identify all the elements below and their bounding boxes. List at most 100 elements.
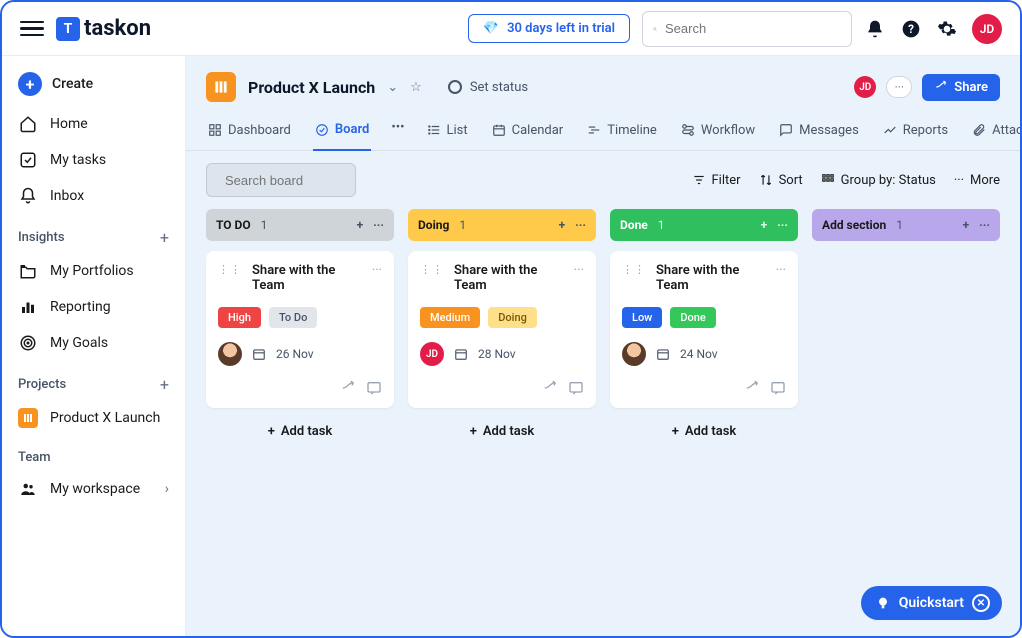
- column-add-icon[interactable]: +: [357, 218, 364, 232]
- column-title: Add section: [822, 218, 886, 232]
- column-more-icon[interactable]: ···: [575, 218, 586, 232]
- column-more-icon[interactable]: ···: [777, 218, 788, 232]
- tab-more-icon[interactable]: •••: [391, 120, 404, 145]
- sidebar-item-goals[interactable]: My Goals: [2, 325, 185, 361]
- tab-messages[interactable]: Messages: [777, 115, 861, 150]
- tab-timeline[interactable]: Timeline: [585, 115, 659, 150]
- section-title: Insights: [18, 230, 65, 245]
- star-icon[interactable]: ☆: [410, 80, 422, 95]
- column-header[interactable]: Done1+···: [610, 209, 798, 241]
- task-card[interactable]: ⋮⋮Share with the Team···LowDone24 Nov: [610, 251, 798, 408]
- share-arrow-icon[interactable]: [744, 380, 760, 396]
- content: Product X Launch ⌄ ☆ Set status JD ··· S…: [186, 56, 1020, 636]
- tab-dashboard[interactable]: Dashboard: [206, 115, 293, 150]
- search-input[interactable]: [665, 21, 841, 36]
- global-search[interactable]: [642, 11, 852, 47]
- card-title: Share with the Team: [454, 263, 564, 293]
- sidebar-item-label: My tasks: [50, 152, 106, 168]
- set-status-button[interactable]: Set status: [448, 80, 528, 95]
- assignee-avatar[interactable]: [622, 342, 646, 366]
- tab-reports[interactable]: Reports: [881, 115, 950, 150]
- task-card[interactable]: ⋮⋮Share with the Team···HighTo Do26 Nov: [206, 251, 394, 408]
- card-more-icon[interactable]: ···: [776, 263, 786, 278]
- filter-button[interactable]: Filter: [692, 173, 741, 188]
- sort-button[interactable]: Sort: [759, 173, 803, 188]
- share-arrow-icon[interactable]: [542, 380, 558, 396]
- quickstart-button[interactable]: Quickstart ✕: [861, 586, 1002, 620]
- column-add-icon[interactable]: +: [761, 218, 768, 232]
- member-avatar[interactable]: JD: [854, 76, 876, 98]
- tag: Medium: [420, 307, 480, 328]
- add-task-button[interactable]: +Add task: [206, 418, 394, 445]
- drag-handle-icon[interactable]: ⋮⋮: [622, 263, 646, 276]
- help-icon[interactable]: ?: [900, 18, 922, 40]
- column-count: 1: [459, 218, 466, 232]
- column-todo: TO DO1+···⋮⋮Share with the Team···HighTo…: [206, 209, 394, 445]
- tab-board[interactable]: Board: [313, 114, 371, 151]
- sidebar-item-reporting[interactable]: Reporting: [2, 289, 185, 325]
- drag-handle-icon[interactable]: ⋮⋮: [218, 263, 242, 276]
- add-task-button[interactable]: +Add task: [610, 418, 798, 445]
- quickstart-label: Quickstart: [899, 595, 964, 611]
- column-doing: Doing 1 + ··· ⋮⋮ Share with the Team ··· Medium…: [408, 209, 596, 445]
- user-avatar[interactable]: JD: [972, 14, 1002, 44]
- more-button[interactable]: ···: [886, 76, 912, 98]
- reports-icon: [883, 123, 897, 137]
- chevron-down-icon[interactable]: ⌄: [387, 80, 398, 95]
- groupby-button[interactable]: Group by: Status: [821, 173, 936, 188]
- menu-toggle[interactable]: [20, 17, 44, 41]
- task-card[interactable]: ⋮⋮Share with the Team···MediumDoingJD28 …: [408, 251, 596, 408]
- column-header[interactable]: Add section1+···: [812, 209, 1000, 241]
- column-add-icon[interactable]: +: [559, 218, 566, 232]
- share-arrow-icon[interactable]: [340, 380, 356, 396]
- tag: Doing: [488, 307, 537, 328]
- chevron-right-icon: ›: [165, 481, 169, 497]
- tag: Done: [670, 307, 715, 328]
- drag-handle-icon[interactable]: ⋮⋮: [420, 263, 444, 276]
- toolbar-more-button[interactable]: ···More: [954, 173, 1000, 188]
- home-icon: [18, 114, 38, 134]
- folder-icon: [18, 261, 38, 281]
- comment-icon[interactable]: [770, 380, 786, 396]
- sidebar-item-portfolios[interactable]: My Portfolios: [2, 253, 185, 289]
- card-more-icon[interactable]: ···: [372, 263, 382, 278]
- tab-calendar[interactable]: Calendar: [490, 115, 566, 150]
- settings-icon[interactable]: [936, 18, 958, 40]
- sidebar-item-home[interactable]: Home: [2, 106, 185, 142]
- tag: To Do: [269, 307, 317, 328]
- add-insight-button[interactable]: +: [160, 228, 169, 247]
- board-search-input[interactable]: [225, 173, 401, 188]
- board-search[interactable]: [206, 163, 356, 197]
- tab-workflow[interactable]: Workflow: [679, 115, 757, 150]
- card-date: 24 Nov: [680, 347, 718, 361]
- trial-pill[interactable]: 💎 30 days left in trial: [468, 14, 630, 43]
- sidebar-item-workspace[interactable]: My workspace ›: [2, 471, 185, 507]
- assignee-avatar[interactable]: JD: [420, 342, 444, 366]
- column-header[interactable]: Doing1+···: [408, 209, 596, 241]
- share-button[interactable]: Share: [922, 74, 1000, 101]
- sidebar-item-productx[interactable]: Product X Launch: [2, 400, 185, 436]
- assignee-avatar[interactable]: [218, 342, 242, 366]
- column-header[interactable]: TO DO1+···: [206, 209, 394, 241]
- set-status-label: Set status: [470, 80, 528, 95]
- create-button[interactable]: + Create: [2, 66, 185, 106]
- column-add-icon[interactable]: +: [963, 218, 970, 232]
- comment-icon[interactable]: [568, 380, 584, 396]
- logo[interactable]: T taskon: [56, 16, 151, 41]
- close-icon[interactable]: ✕: [972, 594, 990, 612]
- messages-icon: [779, 123, 793, 137]
- column-addsection: Add section1+···: [812, 209, 1000, 241]
- comment-icon[interactable]: [366, 380, 382, 396]
- add-project-button[interactable]: +: [160, 375, 169, 394]
- column-more-icon[interactable]: ···: [979, 218, 990, 232]
- tab-list[interactable]: List: [425, 115, 470, 150]
- tab-attachments[interactable]: Attachments: [970, 115, 1020, 150]
- sidebar-section-insights: Insights +: [2, 214, 185, 253]
- sidebar-item-inbox[interactable]: Inbox: [2, 178, 185, 214]
- add-task-button[interactable]: +Add task: [408, 418, 596, 445]
- list-icon: [427, 123, 441, 137]
- card-more-icon[interactable]: ···: [574, 263, 584, 278]
- notifications-icon[interactable]: [864, 18, 886, 40]
- sidebar-item-mytasks[interactable]: My tasks: [2, 142, 185, 178]
- column-more-icon[interactable]: ···: [373, 218, 384, 232]
